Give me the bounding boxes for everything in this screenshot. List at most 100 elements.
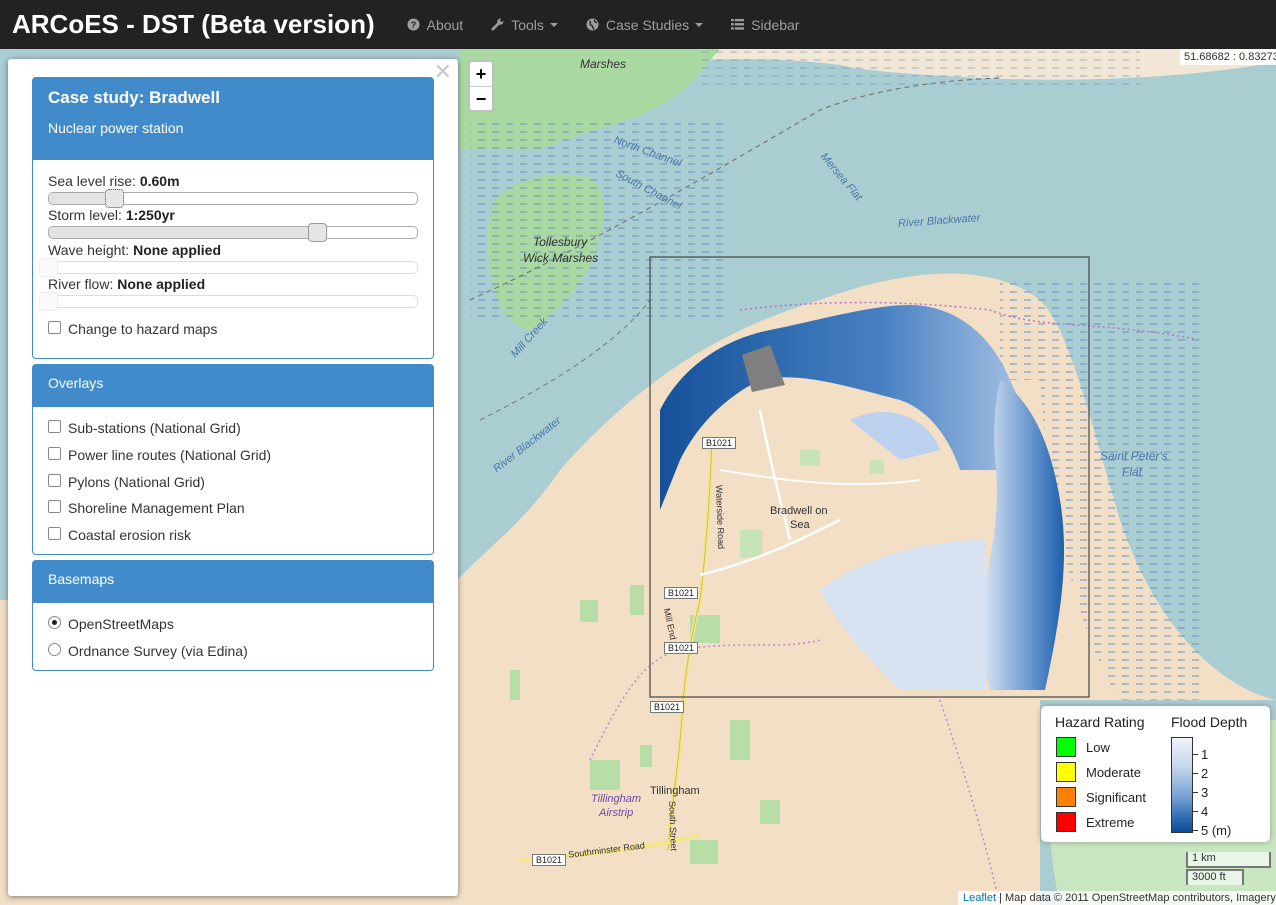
map-label: Tillingham [650, 785, 700, 797]
overlay-erosion[interactable]: Coastal erosion risk [48, 526, 191, 543]
map-label: Bradwell on [770, 505, 828, 517]
hazard-map-checkbox[interactable] [48, 320, 61, 334]
attribution-text: | Map data © 2011 OpenStreetMap contribu… [996, 892, 1276, 904]
river-flow-slider-handle[interactable] [39, 292, 58, 311]
overlay-substations[interactable]: Sub-stations (National Grid) [48, 419, 241, 436]
overlay-power-lines[interactable]: Power line routes (National Grid) [48, 446, 272, 463]
overlay-label: Pylons (National Grid) [68, 474, 205, 490]
wave-height-label: Wave height: None applied [48, 242, 221, 258]
overlay-label: Power line routes (National Grid) [68, 447, 272, 463]
wave-height-text: Wave height: [48, 242, 134, 258]
case-study-panel: Case study: Bradwell Nuclear power stati… [32, 77, 434, 359]
sea-level-slider-handle[interactable] [104, 189, 124, 208]
map-label: Tillingham [591, 793, 642, 805]
nav-case-studies-label: Case Studies [605, 16, 690, 33]
depth-tick [1193, 754, 1198, 755]
wave-height-slider-handle[interactable] [39, 258, 58, 277]
sidebar: ✕ Case study: Bradwell Nuclear power sta… [8, 59, 458, 896]
hazard-swatch-low [1056, 737, 1076, 757]
hazard-map-label: Change to hazard maps [68, 321, 218, 337]
nav-sidebar[interactable]: Sidebar [731, 17, 799, 33]
leaflet-link[interactable]: Leaflet [963, 892, 996, 904]
depth-tick-label: 3 [1201, 785, 1209, 800]
hazard-rating-title: Hazard Rating [1055, 714, 1145, 730]
nav-about[interactable]: ? About [407, 16, 464, 33]
basemap-radio[interactable] [48, 615, 61, 629]
storm-level-slider[interactable] [48, 226, 418, 239]
zoom-control: + − [468, 60, 494, 112]
river-flow-text: River flow: [48, 276, 118, 292]
road-label: B1021 [664, 587, 699, 599]
case-study-header: Case study: Bradwell Nuclear power stati… [33, 78, 433, 160]
chevron-down-icon [695, 22, 704, 27]
basemap-os[interactable]: Ordnance Survey (via Edina) [48, 642, 248, 659]
overlays-title: Overlays [48, 375, 104, 391]
sea-level-text: Sea level rise: [48, 173, 140, 189]
coordinate-readout: 51.68682 : 0.83273 [1180, 49, 1276, 65]
river-flow-label: River flow: None applied [48, 276, 205, 292]
overlay-checkbox[interactable] [48, 473, 61, 487]
river-flow-value: None applied [117, 276, 206, 292]
overlay-checkbox[interactable] [48, 499, 61, 513]
depth-tick-label: 1 [1201, 747, 1209, 762]
map-label: Sea [790, 519, 810, 531]
wave-height-slider[interactable] [48, 261, 418, 274]
overlay-shoreline[interactable]: Shoreline Management Plan [48, 499, 245, 516]
hazard-label: Extreme [1086, 815, 1135, 830]
basemap-label: OpenStreetMaps [68, 616, 174, 632]
map-label: Flat [1122, 465, 1143, 479]
river-flow-slider[interactable] [48, 295, 418, 308]
depth-tick [1193, 811, 1198, 812]
hazard-map-toggle[interactable]: Change to hazard maps [48, 320, 218, 337]
overlay-label: Shoreline Management Plan [68, 500, 245, 516]
overlay-checkbox[interactable] [48, 526, 61, 540]
storm-level-label: Storm level: 1:250yr [48, 207, 175, 223]
depth-tick-label: 2 [1201, 766, 1209, 781]
basemaps-title: Basemaps [48, 571, 115, 587]
sea-level-slider[interactable] [48, 192, 418, 205]
list-icon [731, 18, 745, 30]
depth-tick-label: 5 (m) [1201, 823, 1232, 838]
map-attribution: Leaflet | Map data © 2011 OpenStreetMap … [958, 891, 1276, 905]
road-label: B1021 [702, 437, 737, 449]
overlay-checkbox[interactable] [48, 419, 61, 433]
globe-icon [586, 18, 599, 31]
question-circle-icon: ? [407, 18, 420, 31]
zoom-out-button[interactable]: − [470, 86, 492, 110]
map-label: Saint Peter's [1100, 449, 1168, 463]
nav-sidebar-label: Sidebar [751, 16, 800, 33]
overlay-checkbox[interactable] [48, 446, 61, 460]
sea-level-label: Sea level rise: 0.60m [48, 173, 180, 189]
map-label: Marshes [580, 57, 627, 71]
app-brand[interactable]: ARCoES - DST (Beta version) [12, 9, 375, 40]
hazard-label: Moderate [1086, 765, 1141, 780]
overlay-label: Sub-stations (National Grid) [68, 420, 241, 436]
storm-level-slider-handle[interactable] [308, 223, 328, 242]
nav-about-label: About [426, 16, 464, 33]
nav-tools[interactable]: Tools [491, 17, 558, 33]
navbar: ARCoES - DST (Beta version) ? About Tool… [0, 0, 1276, 49]
hazard-label: Significant [1086, 790, 1146, 805]
hazard-swatch-extreme [1056, 812, 1076, 832]
hazard-swatch-significant [1056, 787, 1076, 807]
overlay-pylons[interactable]: Pylons (National Grid) [48, 473, 205, 490]
map-label: Airstrip [599, 807, 634, 819]
nav-case-studies[interactable]: Case Studies [586, 16, 704, 33]
overlay-label: Coastal erosion risk [68, 527, 191, 543]
map-legend: Hazard Rating Flood Depth Low Moderate S… [1041, 706, 1270, 842]
case-study-title: Case study: Bradwell [48, 88, 220, 107]
map-label: Wick Marshes [523, 251, 599, 265]
basemap-osm[interactable]: OpenStreetMaps [48, 615, 174, 632]
chevron-down-icon [549, 22, 558, 27]
storm-level-text: Storm level: [48, 207, 126, 223]
overlays-header: Overlays [33, 365, 433, 407]
close-icon[interactable]: ✕ [434, 59, 452, 85]
sea-level-value: 0.60m [139, 173, 180, 189]
basemap-radio[interactable] [48, 642, 61, 656]
road-label: B1021 [664, 642, 699, 654]
svg-text:?: ? [410, 20, 416, 30]
basemaps-header: Basemaps [33, 561, 433, 603]
zoom-in-button[interactable]: + [470, 62, 492, 86]
depth-tick-label: 4 [1201, 804, 1209, 819]
flood-depth-title: Flood Depth [1171, 714, 1248, 730]
